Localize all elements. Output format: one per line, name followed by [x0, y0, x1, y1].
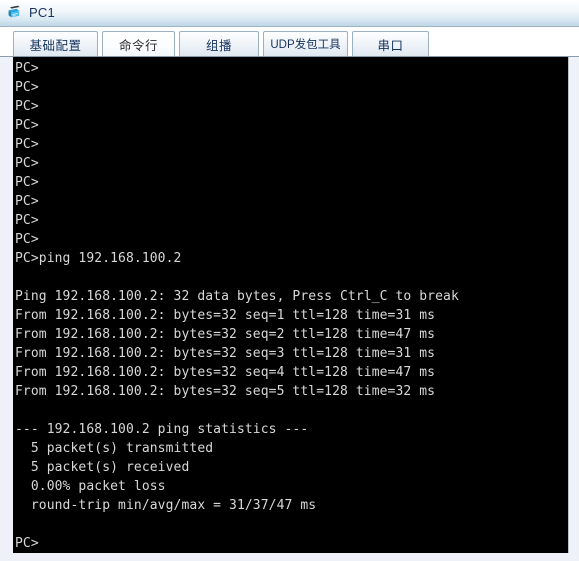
terminal-line: From 192.168.100.2: bytes=32 seq=5 ttl=1… [15, 384, 436, 399]
terminal-line: PC> [15, 213, 39, 228]
tab-serial-port[interactable]: 串口 [352, 31, 429, 56]
terminal-line: PC> [15, 99, 39, 114]
terminal-line: From 192.168.100.2: bytes=32 seq=3 ttl=1… [15, 346, 436, 361]
terminal-container: PC> PC> PC> PC> PC> PC> PC> PC> PC> PC> PC>ping 19… [0, 57, 579, 561]
terminal-output[interactable]: PC> PC> PC> PC> PC> PC> PC> PC> PC> PC> PC>ping 19… [13, 57, 569, 553]
terminal-line: 5 packet(s) transmitted [15, 441, 214, 456]
terminal-line: PC>ping 192.168.100.2 [15, 251, 182, 266]
window-titlebar: PC1 [0, 0, 579, 27]
terminal-line: PC> [15, 194, 39, 209]
terminal-line: Ping 192.168.100.2: 32 data bytes, Press… [15, 289, 459, 304]
terminal-line: round-trip min/avg/max = 31/37/47 ms [15, 498, 317, 513]
terminal-line: From 192.168.100.2: bytes=32 seq=1 ttl=1… [15, 308, 436, 323]
tab-basic-config[interactable]: 基础配置 [13, 31, 98, 56]
tab-command-line[interactable]: 命令行 [102, 31, 175, 56]
window-title: PC1 [29, 5, 55, 20]
terminal-line: --- 192.168.100.2 ping statistics --- [15, 422, 309, 437]
pc-host-icon [6, 4, 24, 22]
terminal-line: PC> [15, 536, 39, 551]
terminal-line: PC> [15, 61, 39, 76]
terminal-line: PC> [15, 156, 39, 171]
terminal-line: PC> [15, 118, 39, 133]
terminal-line: 0.00% packet loss [15, 479, 166, 494]
tab-bar: 基础配置 命令行 组播 UDP发包工具 串口 [0, 27, 579, 57]
terminal-line: PC> [15, 137, 39, 152]
pc1-console-window: PC1 基础配置 命令行 组播 UDP发包工具 串口 PC> PC> PC> PC> P… [0, 0, 579, 561]
terminal-line: PC> [15, 175, 39, 190]
terminal-line: From 192.168.100.2: bytes=32 seq=4 ttl=1… [15, 365, 436, 380]
terminal-line: PC> [15, 232, 39, 247]
terminal-line: PC> [15, 80, 39, 95]
terminal-line: From 192.168.100.2: bytes=32 seq=2 ttl=1… [15, 327, 436, 342]
terminal-line: 5 packet(s) received [15, 460, 190, 475]
tab-multicast[interactable]: 组播 [179, 31, 259, 56]
tab-udp-packet-tool[interactable]: UDP发包工具 [263, 31, 348, 56]
